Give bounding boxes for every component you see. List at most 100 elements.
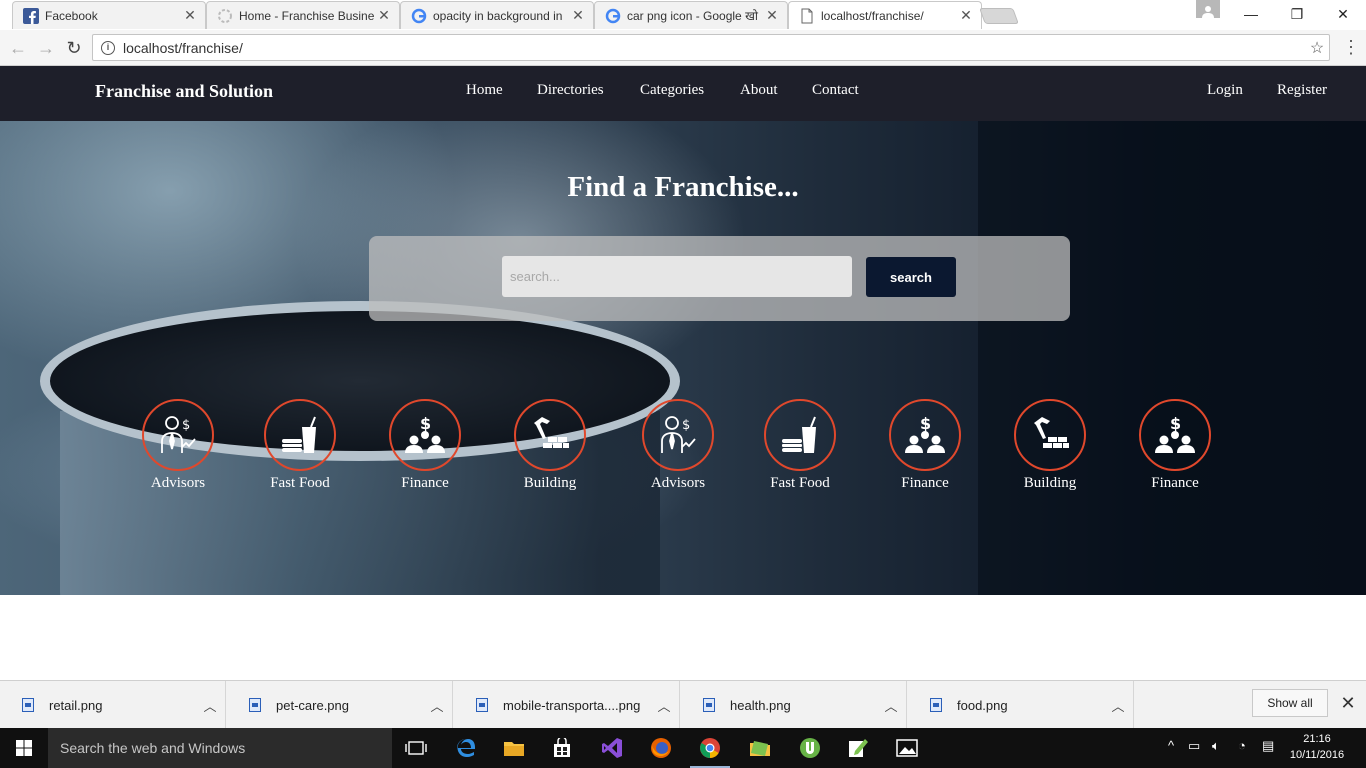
windows-start-icon[interactable] xyxy=(0,728,48,768)
nav-about[interactable]: About xyxy=(740,82,778,99)
image-file-icon xyxy=(930,698,942,712)
hero-banner: Find a Franchise... search $ Advisors Fa… xyxy=(0,121,1366,595)
network-icon[interactable]: ◔ xyxy=(1238,738,1246,753)
category-finance[interactable]: $ Finance xyxy=(370,399,480,492)
info-icon[interactable]: i xyxy=(101,40,115,55)
image-file-icon xyxy=(703,698,715,712)
tab-opacity-search[interactable]: opacity in background in ✕ xyxy=(400,1,594,29)
tab-home-franchise[interactable]: Home - Franchise Busine ✕ xyxy=(206,1,400,29)
close-icon[interactable]: ✕ xyxy=(1338,693,1358,713)
download-item[interactable]: health.png ︿ xyxy=(681,681,907,729)
finance-icon: $ xyxy=(1139,399,1211,471)
tab-car-png-search[interactable]: car png icon - Google खो ✕ xyxy=(594,1,788,29)
photo-folder-icon[interactable] xyxy=(746,734,774,762)
visual-studio-icon[interactable] xyxy=(598,734,626,762)
show-all-button[interactable]: Show all xyxy=(1252,689,1328,717)
window-close-button[interactable]: ✕ xyxy=(1320,0,1366,28)
close-icon[interactable]: ✕ xyxy=(765,7,779,24)
site-brand[interactable]: Franchise and Solution xyxy=(95,81,273,102)
close-icon[interactable]: ✕ xyxy=(377,7,391,24)
nav-contact[interactable]: Contact xyxy=(812,82,859,99)
category-finance[interactable]: $ Finance xyxy=(1120,399,1230,492)
nav-register[interactable]: Register xyxy=(1277,82,1327,99)
taskbar-clock[interactable]: 21:16 10/11/2016 xyxy=(1284,731,1350,763)
google-icon xyxy=(605,8,621,24)
close-icon[interactable]: ✕ xyxy=(959,7,973,24)
close-icon[interactable]: ✕ xyxy=(571,7,585,24)
hero-title: Find a Franchise... xyxy=(567,171,799,203)
category-building[interactable]: Building xyxy=(495,399,605,492)
facebook-icon xyxy=(23,7,39,24)
menu-dots-icon[interactable]: ⋮ xyxy=(1342,38,1360,58)
category-finance[interactable]: $ Finance xyxy=(870,399,980,492)
category-advisors[interactable]: $ Advisors xyxy=(123,399,233,492)
search-button[interactable]: search xyxy=(866,257,956,297)
advisor-icon: $ xyxy=(142,399,214,471)
loading-icon xyxy=(217,8,233,24)
volume-icon[interactable]: 🔈︎ xyxy=(1212,738,1220,754)
nav-login[interactable]: Login xyxy=(1207,82,1243,99)
category-advisors[interactable]: $ Advisors xyxy=(623,399,733,492)
firefox-icon[interactable] xyxy=(647,734,675,762)
tab-facebook[interactable]: Facebook ✕ xyxy=(12,1,206,29)
profile-icon[interactable] xyxy=(1196,0,1220,18)
search-input[interactable] xyxy=(502,256,852,297)
back-arrow-icon[interactable]: ← xyxy=(8,38,28,58)
svg-text:$: $ xyxy=(420,414,431,433)
file-explorer-icon[interactable] xyxy=(500,734,528,762)
tab-localhost-franchise[interactable]: localhost/franchise/ ✕ xyxy=(788,1,982,29)
download-item[interactable]: retail.png ︿ xyxy=(0,681,226,729)
utorrent-icon[interactable] xyxy=(796,734,824,762)
reload-icon[interactable]: ↻ xyxy=(64,38,84,58)
notepad-pen-icon[interactable] xyxy=(844,734,872,762)
address-url[interactable]: localhost/franchise/ xyxy=(123,40,1305,56)
new-tab-button[interactable] xyxy=(979,8,1019,24)
page-icon xyxy=(799,8,815,24)
image-file-icon xyxy=(22,698,34,712)
tab-label: localhost/franchise/ xyxy=(821,8,924,23)
svg-text:$: $ xyxy=(182,418,190,433)
download-item[interactable]: pet-care.png ︿ xyxy=(227,681,453,729)
category-label: Finance xyxy=(401,475,449,491)
bookmark-star-icon[interactable]: ☆ xyxy=(1305,38,1329,58)
minimize-button[interactable]: — xyxy=(1228,0,1274,28)
downloads-shelf: retail.png ︿ pet-care.png ︿ mobile-trans… xyxy=(0,680,1366,729)
battery-icon[interactable]: ▭ xyxy=(1188,738,1200,754)
chevron-up-icon[interactable]: ︿ xyxy=(1103,696,1133,715)
category-fast-food[interactable]: Fast Food xyxy=(745,399,855,492)
download-filename: food.png xyxy=(957,697,1008,713)
nav-home[interactable]: Home xyxy=(466,82,503,99)
image-file-icon xyxy=(249,698,261,712)
tab-label: car png icon - Google खो xyxy=(627,9,758,23)
category-label: Building xyxy=(523,475,577,491)
category-building[interactable]: Building xyxy=(995,399,1105,492)
download-filename: pet-care.png xyxy=(276,697,349,713)
task-view-icon[interactable] xyxy=(402,734,430,762)
taskbar-search-input[interactable]: Search the web and Windows xyxy=(48,728,392,768)
photos-icon[interactable] xyxy=(893,734,921,762)
fast-food-icon xyxy=(764,399,836,471)
close-icon[interactable]: ✕ xyxy=(183,7,197,24)
svg-text:$: $ xyxy=(1170,414,1181,433)
category-label: Finance xyxy=(901,475,949,491)
forward-arrow-icon[interactable]: → xyxy=(36,38,56,58)
address-bar[interactable]: i localhost/franchise/ ☆ xyxy=(92,34,1330,61)
download-item[interactable]: mobile-transporta....png ︿ xyxy=(454,681,680,729)
chevron-up-icon[interactable]: ︿ xyxy=(876,696,906,715)
chevron-up-icon[interactable]: ︿ xyxy=(649,696,679,715)
clock-time: 21:16 xyxy=(1303,733,1331,745)
store-icon[interactable] xyxy=(548,734,576,762)
chevron-up-icon[interactable]: ︿ xyxy=(195,696,225,715)
download-item[interactable]: food.png ︿ xyxy=(908,681,1134,729)
chrome-icon[interactable] xyxy=(690,734,730,768)
chevron-up-icon[interactable]: ^ xyxy=(1168,738,1174,753)
category-fast-food[interactable]: Fast Food xyxy=(245,399,355,492)
edge-browser-icon[interactable] xyxy=(452,734,480,762)
nav-directories[interactable]: Directories xyxy=(537,82,604,99)
restore-button[interactable]: ❐ xyxy=(1274,0,1320,28)
notifications-icon[interactable]: ▤ xyxy=(1262,738,1274,754)
chevron-up-icon[interactable]: ︿ xyxy=(422,696,452,715)
nav-categories[interactable]: Categories xyxy=(640,82,704,99)
download-filename: health.png xyxy=(730,697,791,713)
image-file-icon xyxy=(476,698,488,712)
